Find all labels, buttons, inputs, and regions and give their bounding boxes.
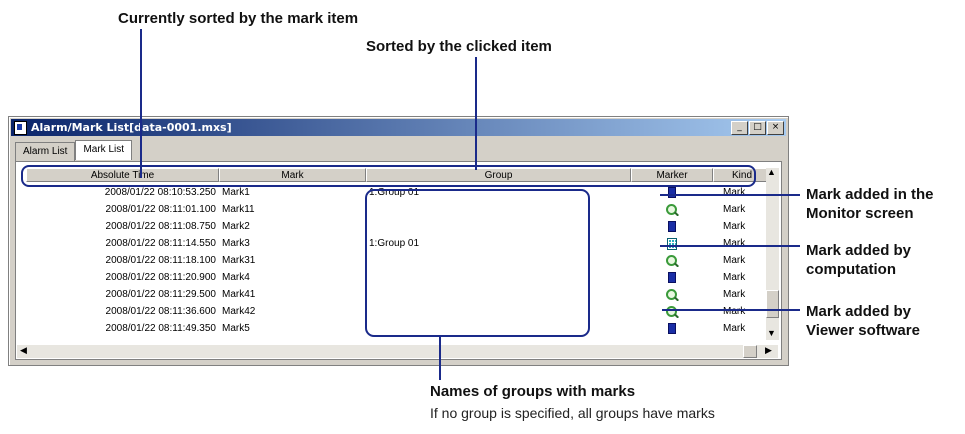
table-row[interactable]: 2008/01/22 08:11:49.350 Mark5 Mark bbox=[26, 320, 771, 337]
table-row[interactable]: 2008/01/22 08:11:01.100 Mark11 Mark bbox=[26, 201, 771, 218]
scroll-up-icon[interactable]: ▲ bbox=[767, 167, 776, 177]
cell-time: 2008/01/22 08:11:20.900 bbox=[105, 272, 216, 283]
cell-marker bbox=[631, 203, 713, 216]
column-mark[interactable]: Mark bbox=[219, 168, 366, 182]
cell-mark: Mark31 bbox=[222, 255, 256, 266]
cell-mark: Mark42 bbox=[222, 306, 256, 317]
callout-viewer-line1: Mark added by bbox=[806, 303, 912, 320]
scroll-left-icon[interactable]: ◀ bbox=[20, 345, 27, 356]
scroll-down-icon[interactable]: ▼ bbox=[767, 328, 776, 338]
column-marker[interactable]: Marker bbox=[631, 168, 713, 182]
note-icon bbox=[668, 272, 676, 283]
vertical-scroll-thumb[interactable] bbox=[766, 290, 779, 318]
cell-time: 2008/01/22 08:11:18.100 bbox=[105, 255, 216, 266]
table-row[interactable]: 2008/01/22 08:11:18.100 Mark31 Mark bbox=[26, 252, 771, 269]
tab-mark-list[interactable]: Mark List bbox=[75, 140, 133, 160]
cell-mark: Mark41 bbox=[222, 289, 256, 300]
cell-kind: Mark bbox=[723, 323, 746, 334]
alarm-mark-list-window: Alarm/Mark List[data-0001.mxs] _ □ × Ala… bbox=[8, 116, 789, 366]
magnifier-icon bbox=[666, 305, 678, 318]
mark-list-panel: Absolute Time Mark Group Marker Kind 200… bbox=[15, 161, 782, 360]
callout-computation-line2: computation bbox=[806, 261, 896, 278]
note-icon bbox=[668, 187, 676, 198]
cell-marker bbox=[631, 323, 713, 334]
cell-kind: Mark bbox=[723, 204, 746, 215]
cell-time: 2008/01/22 08:11:49.350 bbox=[105, 323, 216, 334]
table-row[interactable]: 2008/01/22 08:11:08.750 Mark2 Mark bbox=[26, 218, 771, 235]
app-icon bbox=[14, 120, 27, 135]
cell-marker bbox=[631, 288, 713, 301]
title-bar[interactable]: Alarm/Mark List[data-0001.mxs] _ □ × bbox=[11, 119, 786, 136]
cell-kind: Mark bbox=[723, 306, 746, 317]
cell-kind: Mark bbox=[723, 187, 746, 198]
cell-marker bbox=[631, 237, 713, 250]
calculator-icon bbox=[667, 237, 677, 250]
note-icon bbox=[668, 323, 676, 334]
horizontal-scrollbar[interactable]: ◀ ▶ bbox=[17, 345, 778, 358]
cell-time: 2008/01/22 08:11:01.100 bbox=[105, 204, 216, 215]
tab-strip: Alarm List Mark List bbox=[15, 140, 133, 162]
callout-sorted-by-mark: Currently sorted by the mark item bbox=[118, 10, 359, 27]
magnifier-icon bbox=[666, 254, 678, 267]
table-row[interactable]: 2008/01/22 08:11:36.600 Mark42 Mark bbox=[26, 303, 771, 320]
cell-kind: Mark bbox=[723, 221, 746, 232]
callout-monitor-mark: Mark added in the Monitor screen bbox=[806, 185, 934, 223]
note-icon bbox=[668, 221, 676, 232]
cell-time: 2008/01/22 08:10:53.250 bbox=[104, 187, 216, 198]
maximize-button[interactable]: □ bbox=[749, 121, 766, 135]
cell-marker bbox=[631, 272, 713, 283]
table-header: Absolute Time Mark Group Marker Kind bbox=[26, 168, 771, 182]
cell-marker bbox=[631, 187, 713, 198]
cell-time: 2008/01/22 08:11:14.550 bbox=[105, 238, 216, 249]
tab-alarm-list[interactable]: Alarm List bbox=[15, 142, 76, 162]
cell-kind: Mark bbox=[723, 272, 746, 283]
table-row[interactable]: 2008/01/22 08:10:53.250 Mark1 1:Group 01… bbox=[26, 184, 771, 201]
callout-viewer-line2: Viewer software bbox=[806, 322, 920, 339]
callout-group-names: Names of groups with marks bbox=[430, 383, 636, 400]
scroll-right-icon[interactable]: ▶ bbox=[765, 345, 772, 356]
cell-group: 1:Group 01 bbox=[369, 238, 420, 249]
magnifier-icon bbox=[666, 288, 678, 301]
cell-time: 2008/01/22 08:11:36.600 bbox=[105, 306, 216, 317]
vertical-scrollbar[interactable]: ▲ ▼ bbox=[766, 167, 779, 340]
magnifier-icon bbox=[666, 203, 678, 216]
callout-monitor-line2: Monitor screen bbox=[806, 205, 914, 222]
cell-mark: Mark4 bbox=[222, 272, 250, 283]
cell-group: 1:Group 01 bbox=[369, 187, 420, 198]
callout-group-note: If no group is specified, all groups hav… bbox=[430, 405, 715, 421]
cell-marker bbox=[631, 221, 713, 232]
window-controls: _ □ × bbox=[730, 121, 784, 135]
column-absolute-time[interactable]: Absolute Time bbox=[26, 168, 219, 182]
callout-computation-line1: Mark added by bbox=[806, 242, 912, 259]
cell-kind: Mark bbox=[723, 238, 746, 249]
cell-kind: Mark bbox=[723, 255, 746, 266]
callout-monitor-line1: Mark added in the bbox=[806, 186, 934, 203]
cell-kind: Mark bbox=[723, 289, 746, 300]
cell-marker bbox=[631, 254, 713, 267]
column-group[interactable]: Group bbox=[366, 168, 631, 182]
close-button[interactable]: × bbox=[767, 121, 784, 135]
cell-mark: Mark3 bbox=[222, 238, 250, 249]
horizontal-scroll-thumb[interactable] bbox=[743, 345, 757, 358]
callout-viewer-mark: Mark added by Viewer software bbox=[806, 302, 920, 340]
table-row[interactable]: 2008/01/22 08:11:20.900 Mark4 Mark bbox=[26, 269, 771, 286]
table-row[interactable]: 2008/01/22 08:11:29.500 Mark41 Mark bbox=[26, 286, 771, 303]
column-kind[interactable]: Kind bbox=[713, 168, 771, 182]
table-row[interactable]: 2008/01/22 08:11:14.550 Mark3 1:Group 01… bbox=[26, 235, 771, 252]
cell-time: 2008/01/22 08:11:29.500 bbox=[105, 289, 216, 300]
cell-mark: Mark11 bbox=[222, 204, 255, 215]
mark-rows: 2008/01/22 08:10:53.250 Mark1 1:Group 01… bbox=[26, 184, 771, 337]
callout-sorted-by-clicked: Sorted by the clicked item bbox=[366, 38, 552, 55]
cell-mark: Mark1 bbox=[222, 187, 250, 198]
cell-mark: Mark2 bbox=[222, 221, 250, 232]
callout-computation-mark: Mark added by computation bbox=[806, 241, 911, 279]
minimize-button[interactable]: _ bbox=[731, 121, 748, 135]
cell-mark: Mark5 bbox=[222, 323, 250, 334]
cell-time: 2008/01/22 08:11:08.750 bbox=[105, 221, 216, 232]
window-title: Alarm/Mark List[data-0001.mxs] bbox=[31, 121, 232, 134]
cell-marker bbox=[631, 305, 713, 318]
